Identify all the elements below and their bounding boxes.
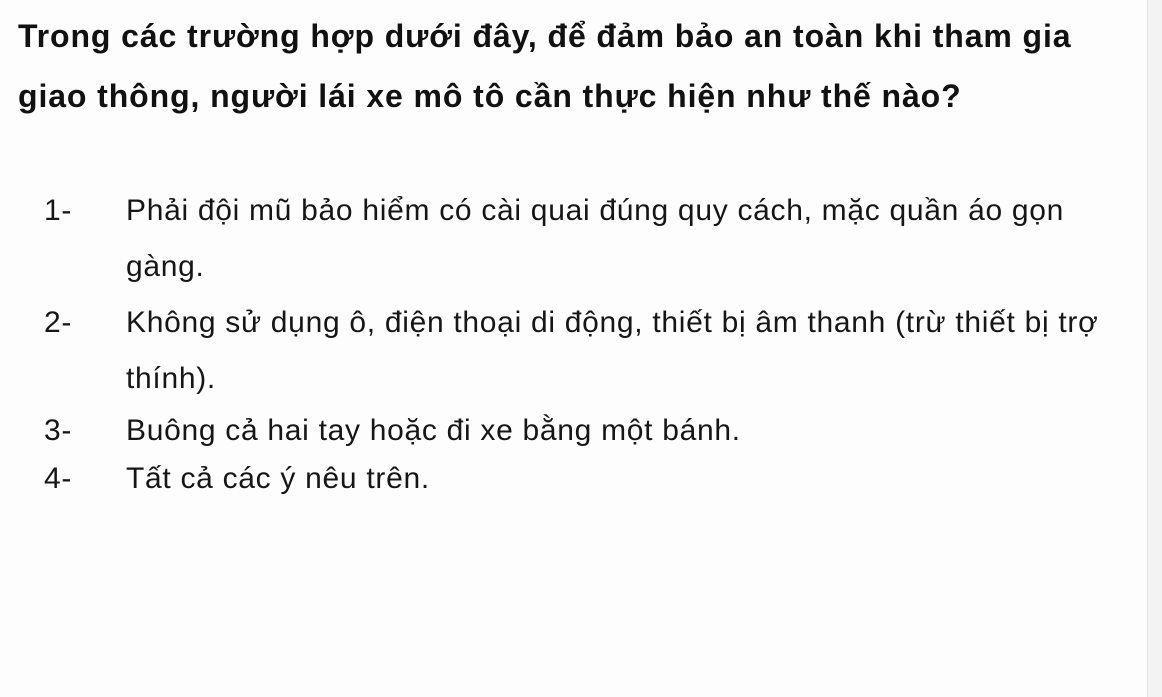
answer-option-2: 2- Không sử dụng ô, điện thoại di động, … [44,295,1134,407]
answer-option-number: 2- [44,306,73,339]
answer-option-4: 4- Tất cả các ý nêu trên. [44,455,1134,503]
answer-option-3: 3- Buông cả hai tay hoặc đi xe bằng một … [44,407,1134,455]
right-edge-strip [1147,0,1162,697]
answer-option-number: 4- [44,462,73,495]
answer-option-text: Tất cả các ý nêu trên. [126,462,430,495]
question-text: Trong các trường hợp dưới đây, để đảm bả… [18,18,1072,114]
answer-option-text: Phải đội mũ bảo hiểm có cài quai đúng qu… [126,194,1065,283]
answer-option-1: 1- Phải đội mũ bảo hiểm có cài quai đúng… [44,183,1134,295]
answer-options-list: 1- Phải đội mũ bảo hiểm có cài quai đúng… [44,183,1134,503]
document-page: Trong các trường hợp dưới đây, để đảm bả… [0,0,1162,697]
answer-option-text: Buông cả hai tay hoặc đi xe bằng một bán… [126,414,741,447]
answer-option-number: 1- [44,194,73,227]
answer-option-text: Không sử dụng ô, điện thoại di động, thi… [126,306,1099,395]
answer-option-number: 3- [44,414,73,447]
